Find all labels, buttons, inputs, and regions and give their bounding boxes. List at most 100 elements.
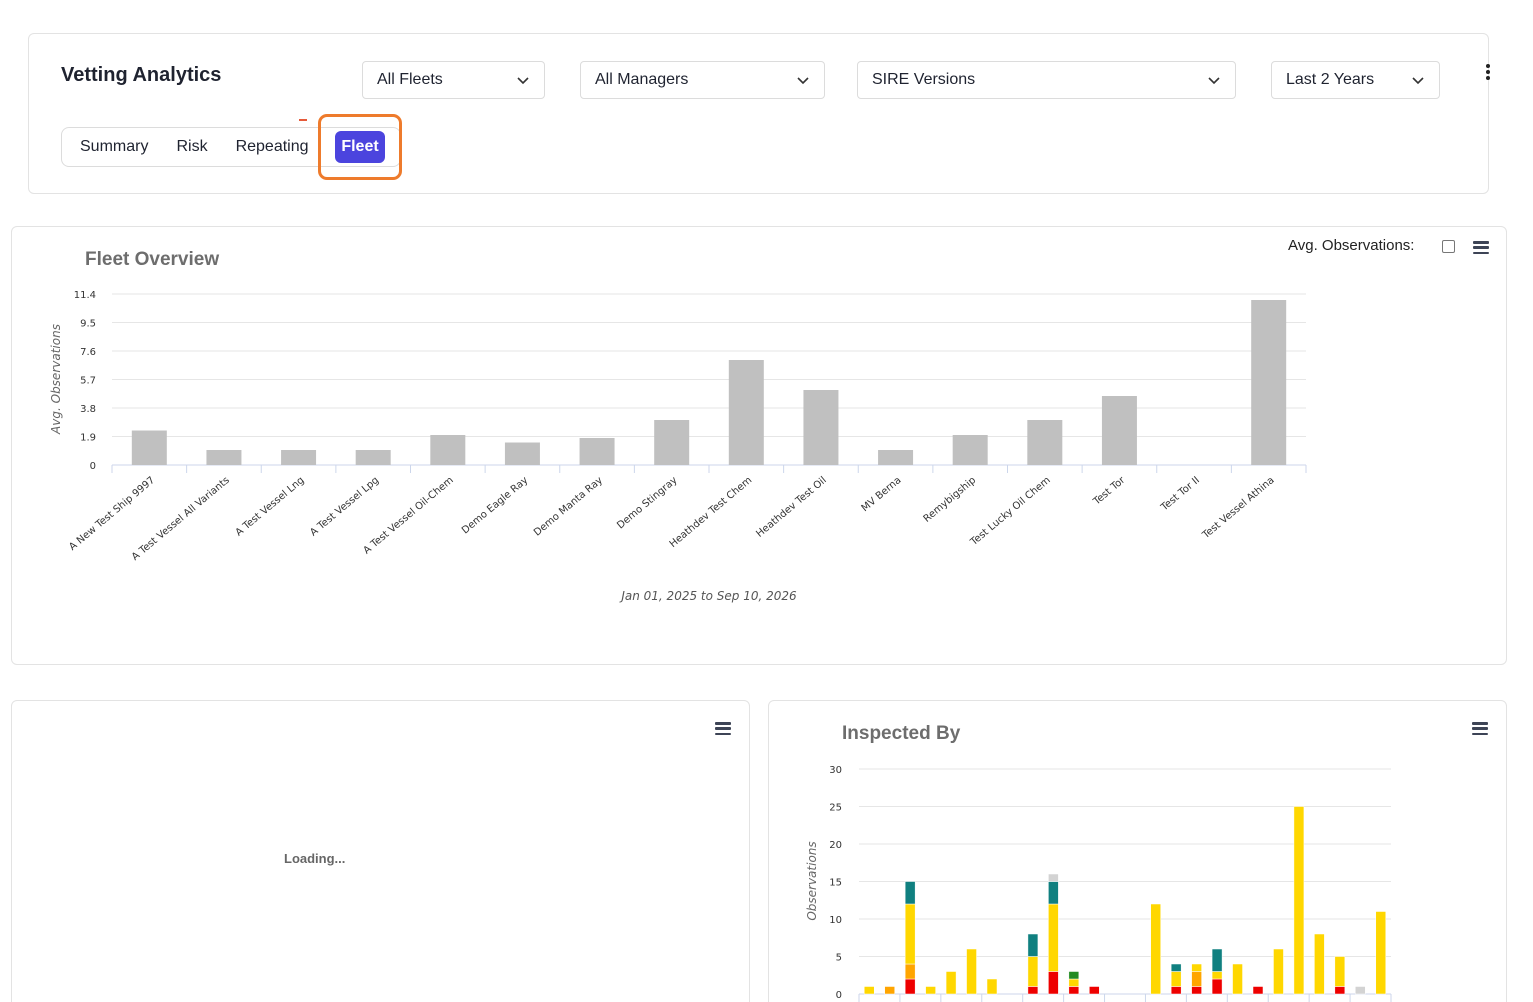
loading-panel: Loading...: [11, 700, 750, 1002]
y-tick-label: 7.6: [80, 347, 96, 358]
bar-segment: [945, 971, 957, 995]
tab-indicator: [299, 119, 307, 121]
bar-segment: [1048, 971, 1059, 995]
tab-summary[interactable]: Summary: [62, 138, 162, 156]
bar: [728, 360, 764, 465]
x-tick-label: Demo Manta Ray: [532, 475, 605, 539]
bar: [654, 420, 690, 465]
bar: [504, 442, 540, 465]
bar-segment: [1355, 986, 1366, 995]
chevron-down-icon: [517, 77, 529, 85]
inspected-by-panel: Inspected By 0 5 10 15 20 25 30 Observations: [768, 700, 1507, 1002]
bar: [281, 450, 317, 465]
bar: [952, 435, 988, 465]
bar-segment: [1252, 986, 1264, 995]
manager-select[interactable]: All Managers: [580, 61, 825, 99]
y-axis-label: Observations: [805, 841, 819, 920]
fleet-select[interactable]: All Fleets: [362, 61, 545, 99]
fleet-overview-chart: 0 1.9 3.8 5.7 7.6 9.5 11.4 Avg. Observations A N…: [49, 290, 1307, 603]
y-tick-label: 20: [829, 840, 842, 851]
bar: [803, 390, 839, 465]
tab-repeating[interactable]: Repeating: [222, 138, 323, 156]
bar-segment: [925, 986, 936, 995]
bar-segment: [1048, 903, 1059, 972]
bar-segment: [1211, 971, 1223, 980]
tab-fleet-highlight: Fleet: [318, 114, 402, 180]
x-tick-label: Test Lucky Oil Chem: [968, 475, 1053, 549]
tab-risk[interactable]: Risk: [162, 138, 221, 156]
bar-segment: [1314, 933, 1325, 995]
x-tick-label: Test Tor: [1091, 474, 1128, 508]
y-tick-label: 5: [836, 953, 842, 964]
bar-segment: [1170, 971, 1182, 987]
manager-select-value: All Managers: [595, 71, 689, 88]
x-tick-label: A Test Vessel Lng: [234, 475, 307, 539]
bar-segment: [904, 963, 916, 980]
bar-segment: [1170, 986, 1182, 995]
loading-text: Loading...: [284, 851, 346, 866]
bar-segment: [1027, 986, 1039, 995]
bar: [579, 438, 615, 465]
y-tick-label: 30: [829, 765, 842, 776]
bar-segment: [1273, 948, 1284, 995]
bar-segment: [1170, 963, 1182, 972]
x-tick-label: MV Berna: [860, 475, 904, 514]
x-tick-label: Demo Eagle Ray: [460, 475, 530, 537]
y-tick-label: 3.8: [80, 404, 96, 415]
chevron-down-icon: [1208, 77, 1220, 85]
bar-segment: [1211, 948, 1223, 972]
bar-segment: [966, 948, 977, 995]
chevron-down-icon: [797, 77, 809, 85]
bar-segment: [1068, 978, 1080, 987]
y-tick-label: 1.9: [80, 433, 96, 444]
x-tick-label: A Test Vessel Lpg: [308, 475, 381, 539]
bar-segment: [1334, 956, 1346, 987]
fleet-select-value: All Fleets: [377, 71, 443, 88]
inspected-by-chart: 0 5 10 15 20 25 30 Observations: [805, 765, 1392, 1002]
bar-segment: [1375, 911, 1387, 995]
bar-segment: [904, 978, 916, 995]
x-tick-label: Demo Stingray: [615, 475, 679, 532]
tab-fleet[interactable]: Fleet: [335, 131, 385, 163]
bar: [131, 430, 167, 465]
bar-segment: [1191, 963, 1202, 972]
x-tick-label: Heathdev Test Chem: [668, 475, 755, 550]
fleet-overview-panel: Fleet Overview Avg. Observations: 0 1.9 3.…: [11, 226, 1507, 665]
page-title: Vetting Analytics: [61, 64, 222, 86]
view-tabs: Summary Risk Repeating Fleet: [61, 114, 402, 180]
chart-menu-icon[interactable]: [715, 722, 731, 735]
bar: [206, 450, 242, 465]
bar-segment: [1191, 971, 1202, 987]
bar-segment: [904, 881, 916, 905]
x-tick-label: Test Tor II: [1158, 475, 1202, 514]
period-select[interactable]: Last 2 Years: [1271, 61, 1440, 99]
x-tick-label: Remybigship: [922, 475, 978, 525]
bar-segment: [863, 986, 875, 995]
bar-segment: [1150, 903, 1161, 995]
bar: [1251, 300, 1287, 465]
bar-segment: [1068, 971, 1080, 980]
bar-segment: [986, 978, 998, 995]
bar-segment: [1232, 963, 1243, 995]
y-tick-label: 11.4: [74, 290, 96, 301]
y-tick-label: 25: [829, 803, 842, 814]
bar-segment: [884, 986, 895, 995]
bar-segment: [904, 903, 916, 965]
bar-segment: [1293, 806, 1305, 995]
bar-segment: [1334, 986, 1346, 995]
x-axis-label: Jan 01, 2025 to Sep 10, 2026: [619, 589, 797, 603]
y-tick-label: 10: [829, 915, 842, 926]
bar-segment: [1191, 986, 1202, 995]
bar-segment: [1089, 986, 1100, 995]
bar-segment: [1211, 978, 1223, 995]
more-options-icon[interactable]: [1481, 62, 1495, 82]
y-tick-label: 9.5: [80, 319, 96, 330]
bar: [1027, 420, 1063, 465]
bar-segment: [1048, 881, 1059, 905]
filter-card: Vetting Analytics All Fleets All Manager…: [28, 33, 1490, 194]
sire-version-select[interactable]: SIRE Versions: [857, 61, 1236, 99]
bar: [355, 450, 391, 465]
bar: [1101, 396, 1137, 465]
y-tick-label: 15: [829, 878, 842, 889]
sire-version-select-value: SIRE Versions: [872, 71, 976, 88]
